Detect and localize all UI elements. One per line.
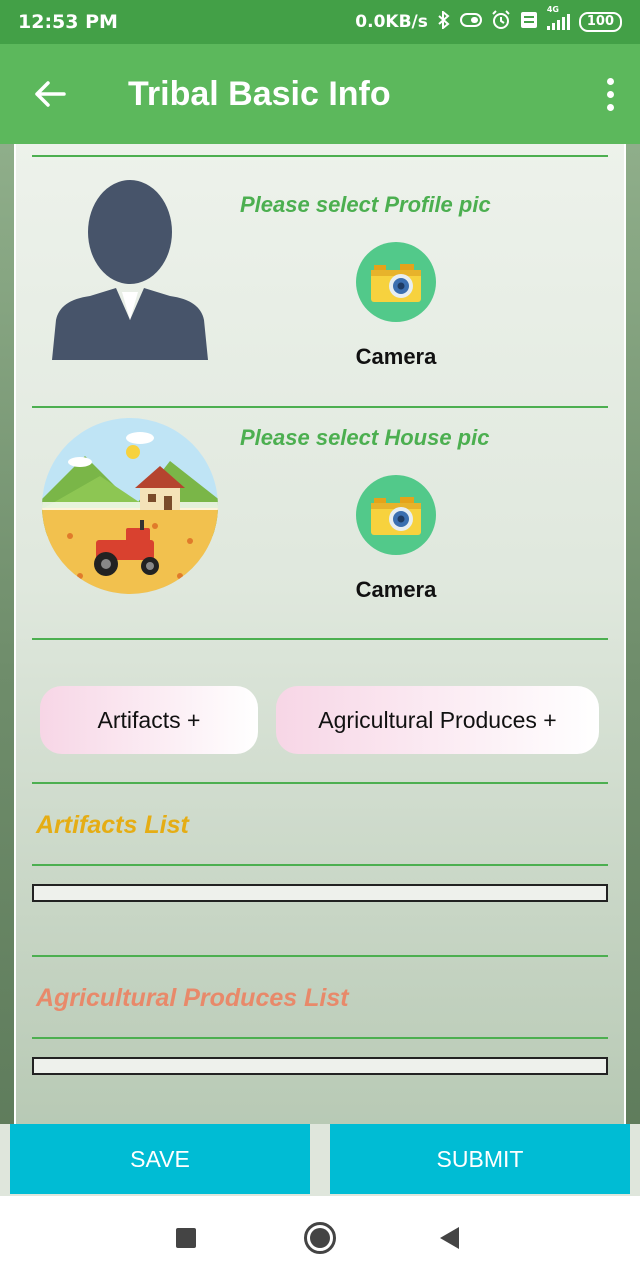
status-bar: 12:53 PM 0.0KB/s 4G 100 — [0, 0, 640, 44]
divider — [32, 638, 608, 640]
submit-button[interactable]: SUBMIT — [330, 1124, 630, 1194]
profile-placeholder-icon[interactable] — [50, 180, 210, 362]
page-title: Tribal Basic Info — [128, 74, 391, 113]
signal-icon: 4G — [546, 5, 570, 30]
agricultural-produces-list[interactable] — [32, 1057, 608, 1075]
status-icons: 0.0KB/s 4G 100 — [355, 5, 622, 35]
back-button[interactable] — [0, 44, 100, 144]
house-camera-button[interactable] — [356, 475, 436, 555]
camera-icon — [371, 264, 421, 302]
back-triangle-icon[interactable] — [440, 1227, 459, 1249]
volte-icon — [520, 11, 538, 34]
farm-house-illustration[interactable] — [40, 416, 220, 596]
status-time: 12:53 PM — [18, 11, 118, 33]
divider — [32, 155, 608, 157]
house-pic-prompt: Please select House pic — [240, 425, 490, 450]
add-agricultural-produces-button[interactable]: Agricultural Produces + — [276, 686, 599, 754]
network-speed: 0.0KB/s — [355, 12, 428, 32]
add-artifacts-button[interactable]: Artifacts + — [40, 686, 258, 754]
home-icon[interactable] — [304, 1222, 336, 1254]
divider — [32, 1037, 608, 1039]
camera-icon — [371, 497, 421, 535]
arrow-left-icon — [35, 81, 66, 107]
divider — [32, 406, 608, 408]
vibrate-icon — [459, 12, 482, 33]
artifacts-list[interactable] — [32, 884, 608, 902]
battery-level: 100 — [586, 14, 614, 29]
battery-icon: 100 — [578, 12, 622, 32]
network-type: 4G — [546, 5, 559, 14]
house-camera-label: Camera — [355, 577, 437, 602]
agricultural-produces-list-title: Agricultural Produces List — [36, 984, 349, 1012]
divider — [32, 864, 608, 866]
profile-camera-label: Camera — [355, 344, 437, 369]
profile-camera-button[interactable] — [356, 242, 436, 322]
alarm-icon — [491, 9, 511, 35]
artifacts-list-title: Artifacts List — [36, 811, 189, 839]
divider — [32, 782, 608, 784]
more-vert-icon[interactable] — [580, 77, 640, 111]
save-button[interactable]: SAVE — [10, 1124, 310, 1194]
divider — [32, 955, 608, 957]
bluetooth-icon — [437, 9, 451, 34]
app-bar: Tribal Basic Info — [0, 44, 640, 144]
recents-icon[interactable] — [176, 1228, 196, 1248]
profile-pic-prompt: Please select Profile pic — [240, 192, 491, 217]
